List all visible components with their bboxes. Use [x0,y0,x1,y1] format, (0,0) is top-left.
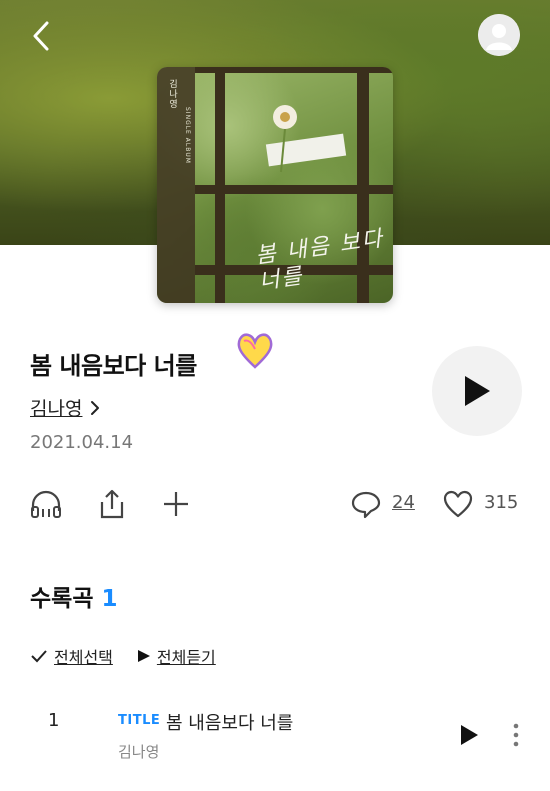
tracklist-heading: 수록곡 1 [30,579,118,613]
artist-name: 김나영 [30,398,83,420]
plus-icon [164,492,188,516]
share-button[interactable] [94,486,130,522]
tracklist-heading-label: 수록곡 [30,586,94,612]
listen-button[interactable] [28,486,64,522]
chevron-right-icon [91,400,100,415]
play-icon [461,725,478,745]
title-track-badge: TITLE [118,713,161,728]
avatar-icon [478,14,520,56]
track-number: 1 [48,710,60,731]
play-album-button[interactable] [432,346,522,436]
tracklist-controls: 전체선택 전체듣기 [30,644,216,668]
back-button[interactable] [26,18,56,54]
play-all-button[interactable]: 전체듣기 [137,644,216,668]
like-count: 315 [484,492,519,513]
track-artist: 김나영 [118,743,160,761]
add-to-playlist-button[interactable] [158,486,194,522]
release-date: 2021.04.14 [30,432,134,453]
comments-button[interactable] [348,486,384,522]
artist-link[interactable]: 김나영 [30,394,100,421]
like-button[interactable] [440,486,476,522]
play-icon [137,650,150,662]
cover-artist-vertical: 김나영 [167,79,177,109]
select-all-button[interactable]: 전체선택 [30,644,113,668]
album-title: 봄 내음보다 너를 [30,352,197,380]
cover-subtitle-vertical: SINGLE ALBUM [184,107,191,164]
heart-doodle-icon [237,333,273,369]
comment-icon [351,491,381,519]
track-count: 1 [101,586,118,612]
play-track-button[interactable] [456,722,482,748]
heart-icon [443,490,473,518]
play-icon [465,376,490,406]
track-row[interactable]: 1 TITLE 봄 내음보다 너를 김나영 [0,700,550,772]
checkmark-icon [31,650,47,663]
chevron-left-icon [33,21,49,51]
track-more-button[interactable] [506,720,526,750]
select-all-label: 전체선택 [54,648,113,667]
play-all-label: 전체듣기 [156,648,216,667]
share-icon [100,489,124,519]
profile-avatar-button[interactable] [478,14,520,56]
track-title[interactable]: 봄 내음보다 너를 [166,709,293,735]
headphones-icon [31,490,61,518]
action-row: 24 315 [0,480,550,526]
more-vertical-icon [513,723,519,747]
album-cover[interactable]: 김나영 SINGLE ALBUM 봄 내음 보다 너를 [157,67,393,303]
comment-count[interactable]: 24 [392,492,415,513]
